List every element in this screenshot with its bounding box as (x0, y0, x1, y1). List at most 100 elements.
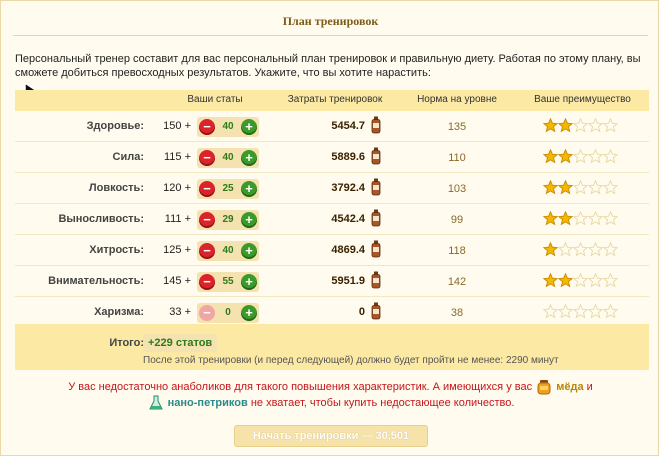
table-row: Внимательность: 145 + −55 +5951.9 142 (15, 266, 649, 297)
stat-label: Харизма: (94, 306, 144, 318)
level-norm: 118 (448, 245, 466, 257)
plus-button[interactable]: + (241, 305, 257, 321)
training-cost: 5889.6 (331, 151, 365, 163)
stat-stepper: −29 + (197, 210, 259, 230)
star-icon (603, 211, 618, 226)
training-cost: 5951.9 (331, 275, 365, 287)
star-icon (603, 273, 618, 288)
star-icon (543, 118, 558, 133)
star-icon (543, 180, 558, 195)
plus-button[interactable]: + (241, 274, 257, 290)
plus-button[interactable]: + (241, 212, 257, 228)
minus-button[interactable]: − (199, 150, 215, 166)
star-icon (558, 118, 573, 133)
warning-message: У вас недостаточно анаболиков для такого… (1, 379, 659, 411)
start-training-button[interactable]: Начать тренировки — 30,501 (234, 425, 428, 447)
star-icon (543, 211, 558, 226)
star-icon (603, 242, 618, 257)
anabolic-bottle-icon (371, 116, 381, 134)
star-icon (573, 304, 588, 319)
header-stats: Ваши статы (187, 94, 243, 105)
star-icon (603, 180, 618, 195)
intro-text: Персональный тренер составит для вас пер… (15, 53, 641, 79)
minus-button[interactable]: − (199, 119, 215, 135)
minus-button[interactable]: − (199, 274, 215, 290)
training-cost: 0 (358, 306, 365, 318)
star-icon (588, 149, 603, 164)
minus-button[interactable]: − (199, 212, 215, 228)
honey-link[interactable]: мёда (556, 381, 583, 393)
advantage-stars (543, 273, 618, 289)
nano-flask-icon (148, 395, 163, 410)
plus-button[interactable]: + (241, 119, 257, 135)
stat-stepper: −40 + (197, 148, 259, 168)
warning-text-1: У вас недостаточно анаболиков для такого… (68, 381, 533, 393)
stat-add-value: 55 (222, 276, 234, 287)
training-plan-panel: План тренировок Персональный тренер сост… (0, 0, 659, 456)
nano-petriks-link[interactable]: нано-петриков (168, 397, 248, 409)
star-icon (543, 242, 558, 257)
star-icon (573, 118, 588, 133)
star-icon (558, 304, 573, 319)
advantage-stars (543, 304, 618, 320)
stat-add-value: 40 (222, 121, 234, 132)
advantage-stars (543, 180, 618, 196)
stat-label: Выносливость: (58, 213, 144, 225)
header-cost: Затраты тренировок (287, 94, 383, 105)
table-row: Ловкость: 120 + −25 +3792.4 103 (15, 173, 649, 204)
star-icon (558, 149, 573, 164)
star-icon (603, 304, 618, 319)
minus-button[interactable]: − (199, 181, 215, 197)
star-icon (558, 273, 573, 288)
table-header: Ваши статы Затраты тренировок Норма на у… (15, 90, 649, 111)
anabolic-bottle-icon (371, 271, 381, 289)
level-norm: 99 (450, 214, 464, 226)
anabolic-bottle-icon (371, 240, 381, 258)
level-norm: 103 (447, 183, 467, 195)
stats-rows: Здоровье: 150 + −40 +5454.7 135 Сила: 115 + −40… (15, 111, 649, 328)
header-advantage: Ваше преимущество (534, 94, 631, 105)
level-norm: 38 (450, 307, 464, 319)
table-row: Выносливость: 111 + −29 +4542.4 99 (15, 204, 649, 235)
advantage-stars (543, 118, 618, 134)
star-icon (588, 242, 603, 257)
star-icon (543, 273, 558, 288)
stat-base-value: 33 + (169, 306, 191, 318)
minus-button[interactable]: − (199, 243, 215, 259)
anabolic-bottle-icon (371, 178, 381, 196)
stats-table: Ваши статы Затраты тренировок Норма на у… (15, 90, 649, 328)
stat-add-value: 40 (222, 152, 234, 163)
star-icon (558, 211, 573, 226)
training-cost: 5454.7 (331, 120, 365, 132)
advantage-stars (543, 149, 618, 165)
minus-button[interactable]: − (199, 305, 215, 321)
stat-label: Ловкость: (88, 182, 144, 194)
stat-base-value: 120 + (163, 182, 191, 194)
cooldown-note: После этой тренировки (и перед следующей… (143, 355, 559, 366)
anabolic-bottle-icon (371, 209, 381, 227)
honey-jar-icon (537, 380, 551, 395)
star-icon (588, 304, 603, 319)
anabolic-bottle-icon (371, 302, 381, 320)
advantage-stars (543, 211, 618, 227)
star-icon (573, 149, 588, 164)
header-norm: Норма на уровне (417, 94, 497, 105)
stat-add-value: 40 (222, 245, 234, 256)
star-icon (603, 118, 618, 133)
table-row: Здоровье: 150 + −40 +5454.7 135 (15, 111, 649, 142)
plus-button[interactable]: + (241, 150, 257, 166)
stat-label: Хитрость: (89, 244, 144, 256)
stat-stepper: −40 + (197, 241, 259, 261)
plus-button[interactable]: + (241, 181, 257, 197)
level-norm: 142 (447, 276, 467, 288)
star-icon (573, 211, 588, 226)
stat-label: Сила: (112, 151, 144, 163)
star-icon (543, 304, 558, 319)
plus-button[interactable]: + (241, 243, 257, 259)
star-icon (588, 118, 603, 133)
stat-add-value: 25 (222, 183, 234, 194)
training-cost: 4869.4 (331, 244, 365, 256)
star-icon (603, 149, 618, 164)
anabolic-bottle-icon (371, 147, 381, 165)
level-norm: 110 (448, 152, 466, 164)
